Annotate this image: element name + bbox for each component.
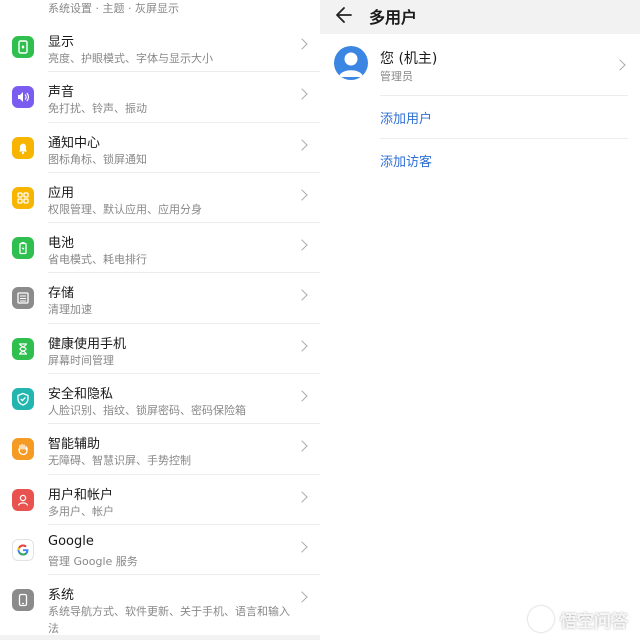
- add-user-button[interactable]: 添加用户: [380, 108, 432, 127]
- settings-item[interactable]: Google 管理 Google 服务: [0, 525, 320, 576]
- chevron-right-icon: [296, 390, 308, 402]
- chevron-right-icon: [296, 289, 308, 302]
- settings-item-subtitle: 清理加速: [48, 303, 92, 317]
- settings-item-subtitle: 管理 Google 服务: [48, 554, 138, 568]
- settings-icon-wrap: [12, 136, 34, 159]
- settings-icon-wrap: [12, 287, 34, 310]
- settings-item[interactable]: 存储 清理加速: [0, 273, 320, 324]
- display-icon: [18, 40, 28, 54]
- storage-icon: [17, 292, 29, 305]
- bell-icon: [19, 143, 27, 154]
- settings-item[interactable]: 安全和隐私 人脸识别、指纹、锁屏密码、密码保险箱: [0, 374, 320, 425]
- settings-item-title: 智能辅助: [48, 437, 101, 453]
- settings-item-subtitle: 系统导航方式、软件更新、关于手机、语言和输入法: [48, 605, 290, 636]
- settings-item-title: 声音: [48, 85, 75, 101]
- chevron-right-icon: [296, 340, 308, 352]
- shield-icon: [17, 392, 29, 406]
- settings-icon-wrap: [12, 538, 34, 561]
- settings-item-title: 通知中心: [48, 135, 101, 151]
- settings-list: 显示 亮度、护眼模式、字体与显示大小 声音 免打扰、铃声、振动 通知中心 图标角标、锁屏通…: [0, 22, 320, 636]
- watermark: 悟空问答: [528, 606, 628, 632]
- settings-item-subtitle: 免打扰、铃声、振动: [48, 102, 147, 116]
- settings-icon-wrap: [12, 589, 34, 612]
- add-guest-button[interactable]: 添加访客: [380, 151, 432, 170]
- settings-item-subtitle: 权限管理、默认应用、应用分身: [48, 202, 202, 216]
- settings-item-title: 电池: [48, 236, 75, 252]
- settings-item[interactable]: 健康使用手机 屏幕时间管理: [0, 324, 320, 375]
- owner-role: 管理员: [380, 70, 413, 83]
- settings-item[interactable]: 系统 系统导航方式、软件更新、关于手机、语言和输入法: [0, 575, 320, 635]
- chevron-right-icon: [296, 541, 308, 553]
- divider: [380, 95, 628, 96]
- settings-icon-wrap: [12, 86, 34, 109]
- settings-item-subtitle: 图标角标、锁屏通知: [48, 152, 147, 166]
- chevron-right-icon: [296, 591, 308, 603]
- sound-icon: [18, 92, 30, 103]
- settings-item[interactable]: 声音 免打扰、铃声、振动: [0, 72, 320, 123]
- settings-item[interactable]: 显示亮度、护眼模式、字体与显示大小: [0, 22, 320, 73]
- settings-icon-wrap: [12, 237, 34, 260]
- settings-item-title: 健康使用手机: [48, 336, 127, 352]
- settings-icon-wrap: [12, 438, 34, 461]
- chevron-right-icon: [296, 88, 308, 100]
- chevron-right-icon: [296, 440, 308, 453]
- battery-icon: [19, 242, 27, 255]
- top-bar: 多用户: [320, 0, 640, 34]
- settings-item-subtitle: 亮度、护眼模式、字体与显示大小: [48, 52, 213, 65]
- settings-item-subtitle: 人脸识别、指纹、锁屏密码、密码保险箱: [48, 404, 246, 418]
- person-icon: [339, 52, 363, 77]
- partial-settings-row[interactable]: 系统设置 · 主题 · 灰屏显示: [0, 0, 320, 22]
- watermark-text: 悟空问答: [560, 611, 628, 632]
- settings-item-subtitle: 无障碍、智慧识屏、手势控制: [48, 454, 191, 468]
- divider: [380, 138, 628, 139]
- settings-item-subtitle: 屏幕时间管理: [48, 353, 114, 367]
- settings-icon-wrap: [12, 388, 34, 411]
- settings-item[interactable]: 应用 权限管理、默认应用、应用分身: [0, 173, 320, 224]
- avatar: [334, 46, 368, 80]
- settings-icon-wrap: [12, 337, 34, 360]
- hourglass-icon: [19, 343, 27, 355]
- settings-item[interactable]: 电池 省电模式、耗电排行: [0, 223, 320, 274]
- chevron-right-icon: [296, 189, 308, 201]
- chevron-right-icon: [296, 491, 308, 503]
- hand-icon: [18, 444, 28, 456]
- settings-item-title: 存储: [48, 286, 75, 302]
- settings-item-title: 应用: [48, 185, 75, 201]
- partial-row-subtitle: 系统设置 · 主题 · 灰屏显示: [48, 2, 179, 15]
- apps-grid-icon: [17, 192, 29, 204]
- chevron-right-icon: [614, 59, 626, 71]
- settings-item-subtitle: 多用户、帐户: [48, 504, 114, 518]
- settings-item-title: 用户和帐户: [48, 487, 114, 503]
- owner-name: 您 (机主): [380, 51, 438, 67]
- page-title: 多用户: [369, 8, 418, 27]
- back-arrow-icon[interactable]: [334, 5, 354, 25]
- settings-item-title: Google: [48, 533, 94, 549]
- chevron-right-icon: [296, 38, 308, 50]
- google-icon: [17, 544, 29, 556]
- chevron-right-icon: [296, 239, 308, 251]
- watermark-logo-icon: [528, 606, 554, 632]
- phone-icon: [18, 594, 28, 607]
- settings-item-title: 安全和隐私: [48, 387, 114, 403]
- settings-icon-wrap: [12, 488, 34, 511]
- multi-user-screen: 多用户 您 (机主) 管理员 添加用户 添加访客: [320, 0, 640, 640]
- settings-item-title: 系统: [48, 588, 75, 604]
- user-icon: [17, 494, 29, 506]
- settings-item[interactable]: 用户和帐户 多用户、帐户: [0, 475, 320, 525]
- settings-item[interactable]: 通知中心 图标角标、锁屏通知: [0, 123, 320, 173]
- settings-item[interactable]: 智能辅助 无障碍、智慧识屏、手势控制: [0, 424, 320, 475]
- chevron-right-icon: [296, 138, 308, 151]
- settings-item-title: 显示: [48, 35, 75, 50]
- settings-screen: 系统设置 · 主题 · 灰屏显示 显示 亮度、护眼模式、字体与显示大小 声音 免打扰、…: [0, 0, 320, 640]
- settings-item-subtitle: 省电模式、耗电排行: [48, 253, 147, 267]
- settings-icon-wrap: [12, 36, 34, 58]
- settings-icon-wrap: [12, 186, 34, 209]
- owner-user-row[interactable]: 您 (机主) 管理员: [320, 34, 640, 94]
